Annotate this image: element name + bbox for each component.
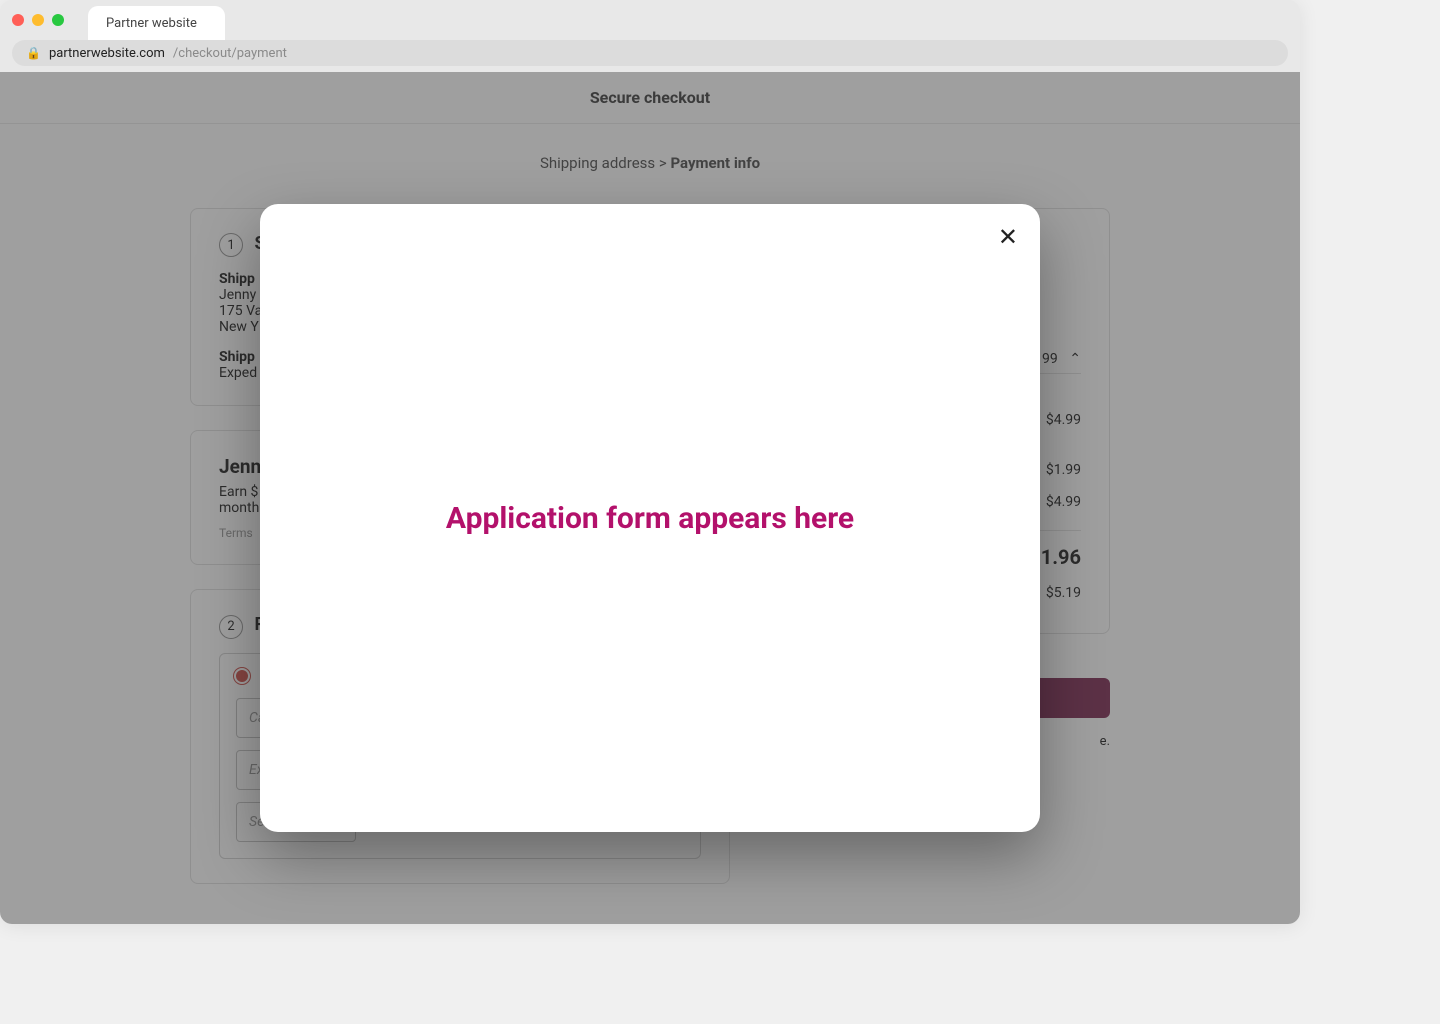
tab-title: Partner website (106, 16, 197, 31)
window-controls (12, 14, 80, 26)
browser-tab[interactable]: Partner website (88, 6, 225, 40)
close-button[interactable]: ✕ (998, 226, 1018, 250)
modal-message: Application form appears here (446, 501, 854, 536)
browser-chrome: Partner website (0, 0, 1300, 40)
maximize-window-icon[interactable] (52, 14, 64, 26)
close-window-icon[interactable] (12, 14, 24, 26)
browser-window: Partner website 🔒 partnerwebsite.com/che… (0, 0, 1300, 924)
lock-icon: 🔒 (26, 46, 41, 60)
application-modal: ✕ Application form appears here (260, 204, 1040, 832)
address-bar[interactable]: 🔒 partnerwebsite.com/checkout/payment (12, 40, 1288, 66)
minimize-window-icon[interactable] (32, 14, 44, 26)
close-icon: ✕ (998, 224, 1018, 251)
url-host: partnerwebsite.com (49, 46, 165, 61)
url-path: /checkout/payment (173, 46, 287, 61)
address-bar-container: 🔒 partnerwebsite.com/checkout/payment (0, 40, 1300, 72)
